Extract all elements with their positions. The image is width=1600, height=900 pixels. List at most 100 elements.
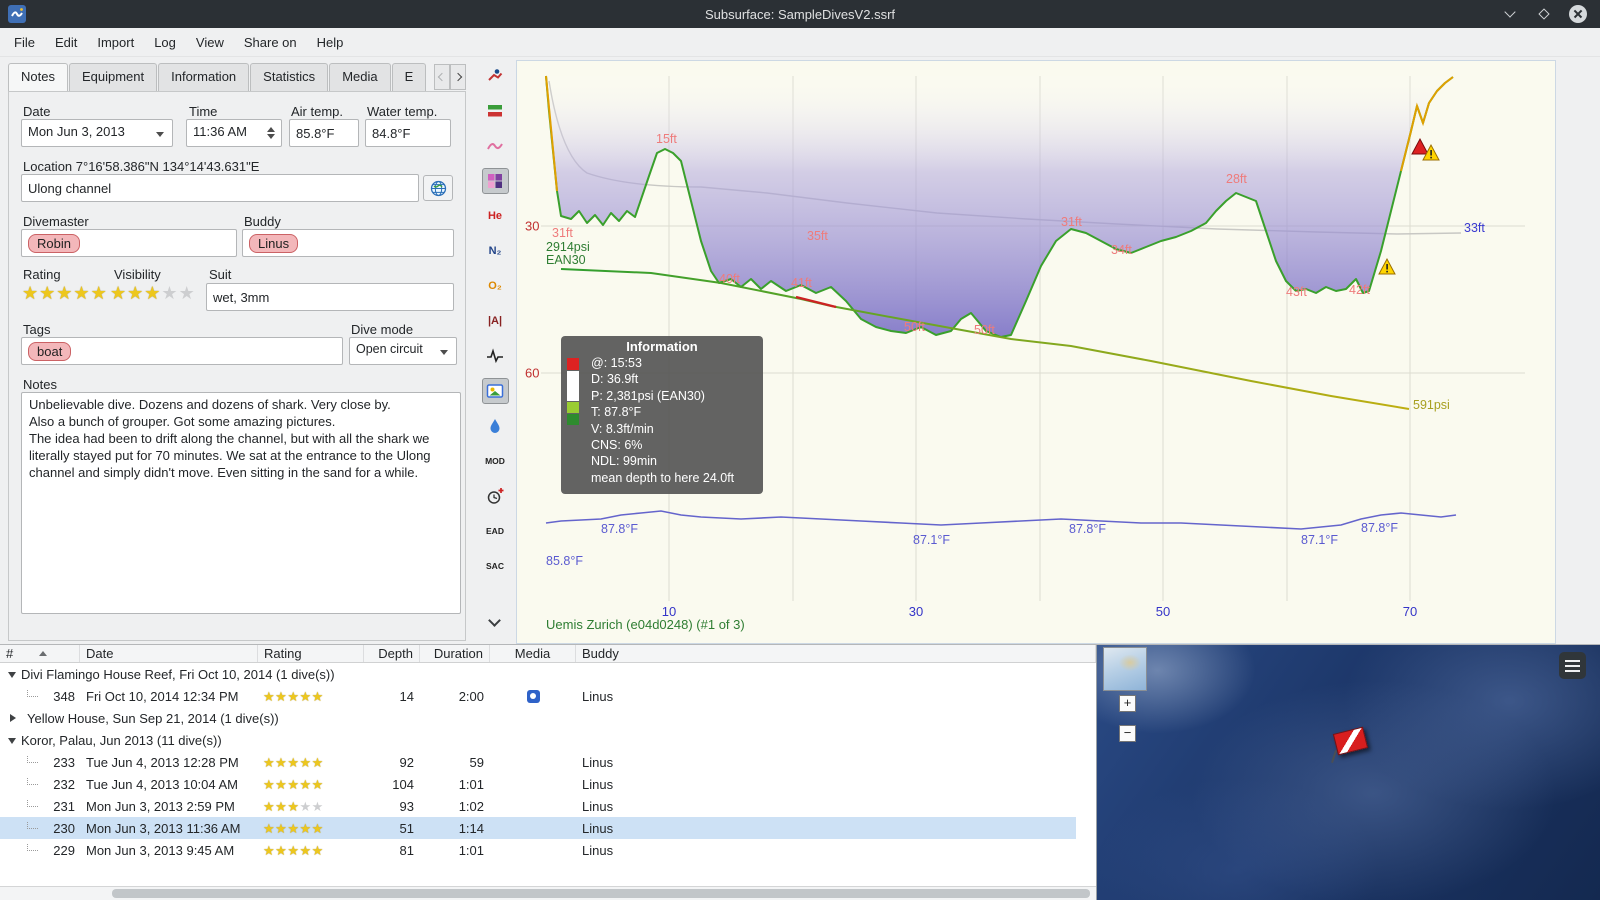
tab-scroll-left-button[interactable] [434, 64, 450, 90]
maximize-button[interactable] [1534, 4, 1554, 24]
shade-button[interactable] [1500, 4, 1520, 24]
close-button[interactable] [1568, 4, 1588, 24]
dive-row[interactable]: 231 Mon Jun 3, 2013 2:59 PM ★ ★ ★ ★ ★ 93 1:02 Lin… [0, 795, 1076, 817]
dive-row[interactable]: 233 Tue Jun 4, 2013 12:28 PM ★ ★ ★ ★ ★ 92 59 Linu… [0, 751, 1076, 773]
column-header-rating[interactable]: Rating [258, 645, 364, 662]
ead-icon[interactable]: EAD [482, 518, 509, 544]
scrollbar-handle[interactable] [112, 889, 1090, 898]
zoom-in-button[interactable]: + [1119, 695, 1136, 712]
heartrate-icon[interactable] [482, 343, 509, 369]
dive-row[interactable]: 348 Fri Oct 10, 2014 12:34 PM ★ ★ ★ ★ ★ 14 2:00 L… [0, 685, 1076, 707]
calculated-ceiling-icon[interactable] [482, 98, 509, 124]
tab-e[interactable]: E [391, 63, 427, 91]
chevron-down-icon [1504, 6, 1516, 18]
tab-notes[interactable]: Notes [8, 63, 68, 91]
star-icon: ★ [178, 283, 196, 303]
pn2-graph-icon-label: N₂ [488, 245, 502, 257]
trip-row[interactable]: Divi Flamingo House Reef, Fri Oct 10, 20… [0, 663, 1076, 685]
dc-ceiling-icon[interactable] [482, 63, 509, 89]
toolbar-collapse-button[interactable] [481, 611, 508, 633]
media-icon[interactable] [526, 689, 540, 703]
profile-label: 87.8°F [601, 522, 638, 536]
suit-field[interactable] [206, 283, 454, 311]
water-temp-field[interactable] [365, 119, 451, 147]
star-icon: ★ [263, 689, 276, 703]
zoom-out-button[interactable]: − [1119, 725, 1136, 742]
buddy-field[interactable]: Linus [242, 229, 454, 257]
column-header-date[interactable]: Date [80, 645, 258, 662]
column-header-media[interactable]: Media [490, 645, 576, 662]
location-input[interactable] [21, 174, 419, 202]
step-down-icon[interactable] [267, 134, 275, 143]
profile-label: 2914psi [546, 240, 590, 254]
column-header-depth[interactable]: Depth [364, 645, 420, 662]
star-icon: ★ [275, 777, 288, 791]
divemaster-field[interactable]: Robin [21, 229, 237, 257]
dive-row[interactable]: 229 Mon Jun 3, 2013 9:45 AM ★ ★ ★ ★ ★ 81 1:01 Lin… [0, 839, 1076, 861]
date-select[interactable]: Mon Jun 3, 2013 [21, 119, 173, 147]
mod-icon[interactable]: MOD [482, 448, 509, 474]
map-panel[interactable]: + − [1097, 645, 1600, 900]
tags-field[interactable]: boat [21, 337, 343, 365]
tag-chip[interactable]: boat [28, 342, 72, 361]
column-header-number[interactable]: # [0, 645, 80, 662]
star-icon: ★ [299, 799, 312, 813]
air-temp-field[interactable] [289, 119, 359, 147]
tab-statistics[interactable]: Statistics [250, 63, 329, 91]
trip-row[interactable]: Koror, Palau, Jun 2013 (11 dive(s)) [0, 729, 1076, 751]
tab-media[interactable]: Media [329, 63, 391, 91]
menu-import[interactable]: Import [87, 28, 144, 57]
expand-icon[interactable] [10, 714, 20, 722]
trip-row[interactable]: Yellow House, Sun Sep 21, 2014 (1 dive(s… [0, 707, 1076, 729]
map-overview-thumbnail[interactable] [1103, 647, 1147, 691]
menu-share-on[interactable]: Share on [234, 28, 307, 57]
notes-panel: Notes Equipment Information Statistics Media… [8, 63, 466, 641]
dive-row[interactable]: 230 Mon Jun 3, 2013 11:36 AM ★ ★ ★ ★ ★ 51 1:14 Li… [0, 817, 1076, 839]
notes-textarea[interactable] [21, 392, 461, 614]
buddy-chip[interactable]: Linus [249, 234, 299, 253]
star-icon: ★ [275, 843, 288, 857]
po2-graph-icon[interactable]: O₂ [482, 273, 509, 299]
deco-ndl-icon[interactable] [482, 483, 509, 509]
chevron-down-icon [488, 613, 501, 627]
dive-row[interactable]: 232 Tue Jun 4, 2013 10:04 AM ★ ★ ★ ★ ★ 104 1:01 L… [0, 773, 1076, 795]
tab-information[interactable]: Information [158, 63, 250, 91]
star-icon: ★ [311, 689, 324, 703]
collapse-icon[interactable] [8, 737, 16, 748]
tab-scroll-right-button[interactable] [450, 64, 466, 90]
dive-mode-value: Open circuit [356, 342, 423, 356]
map-lookup-button[interactable] [423, 175, 453, 201]
dive-mode-select[interactable]: Open circuit [349, 337, 457, 365]
air-icon[interactable]: |A| [482, 308, 509, 334]
column-header-buddy[interactable]: Buddy [576, 645, 1096, 662]
menu-file[interactable]: File [4, 28, 45, 57]
vertical-splitter[interactable] [1096, 645, 1097, 900]
tissues-icon [487, 143, 503, 150]
time-stepper[interactable] [264, 123, 278, 143]
column-header-duration[interactable]: Duration [420, 645, 490, 662]
tab-equipment[interactable]: Equipment [68, 63, 158, 91]
sac-icon[interactable]: SAC [482, 553, 509, 579]
info-box-row: D: 36.9ft [591, 372, 639, 387]
menu-help[interactable]: Help [307, 28, 354, 57]
rating-stars[interactable]: ★ ★ ★ ★ ★ [22, 284, 108, 302]
map-menu-button[interactable] [1559, 652, 1586, 679]
step-up-icon[interactable] [267, 123, 275, 132]
dive-profile[interactable]: 15ft 31ft 2914psi EAN30 40ft 41ft 35ft 50ft 50ft… [516, 60, 1556, 644]
visibility-stars[interactable]: ★ ★ ★ ★ ★ [110, 284, 196, 302]
collapse-icon[interactable] [8, 671, 16, 682]
tissues-icon[interactable] [482, 133, 509, 159]
pn2-graph-icon[interactable]: N₂ [482, 238, 509, 264]
photos-icon[interactable] [481, 378, 509, 404]
horizontal-scrollbar[interactable] [0, 886, 1096, 900]
menu-log[interactable]: Log [144, 28, 186, 57]
divemaster-chip[interactable]: Robin [28, 234, 80, 253]
dive-site-flag-marker[interactable] [1332, 726, 1369, 756]
horizontal-splitter[interactable] [0, 644, 1600, 645]
tissue-heatmap-icon[interactable] [481, 168, 509, 194]
water-type-icon[interactable] [482, 413, 509, 439]
phe-graph-icon[interactable]: He [482, 203, 509, 229]
menu-view[interactable]: View [186, 28, 234, 57]
time-field[interactable]: 11:36 AM [186, 119, 282, 147]
menu-edit[interactable]: Edit [45, 28, 87, 57]
